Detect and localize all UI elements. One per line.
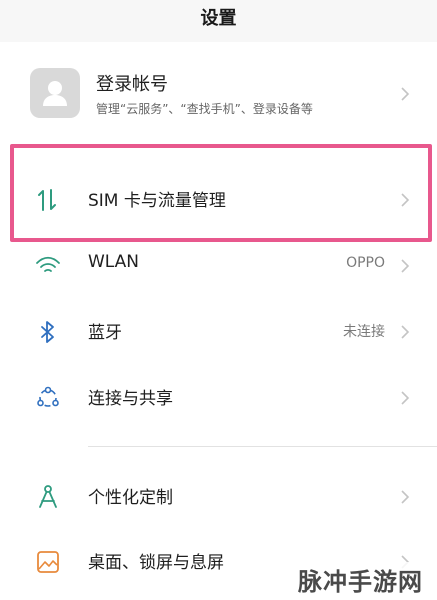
chevron-right-icon xyxy=(401,490,410,504)
bluetooth-label: 蓝牙 xyxy=(88,323,122,343)
personalization-row[interactable]: 个性化定制 xyxy=(0,467,437,525)
wallpaper-icon xyxy=(37,551,59,573)
share-network-icon xyxy=(37,386,59,407)
connect-share-label: 连接与共享 xyxy=(88,389,173,409)
personalization-label: 个性化定制 xyxy=(88,488,173,508)
page-title: 设置 xyxy=(200,8,237,29)
desktop-lockscreen-label: 桌面、锁屏与息屏 xyxy=(88,553,224,573)
chevron-right-icon xyxy=(401,391,410,405)
bluetooth-row[interactable]: 蓝牙 未连接 xyxy=(0,302,437,360)
wlan-row[interactable]: WLAN OPPO xyxy=(0,236,437,294)
wlan-label: WLAN xyxy=(88,252,140,272)
connect-share-row[interactable]: 连接与共享 xyxy=(0,368,437,426)
chevron-right-icon xyxy=(401,259,410,273)
account-subtitle: 管理“云服务”、“查找手机”、登录设备等 xyxy=(96,102,313,116)
account-row[interactable]: 登录帐号 管理“云服务”、“查找手机”、登录设备等 xyxy=(0,52,437,134)
compass-icon xyxy=(39,485,57,508)
avatar xyxy=(30,68,80,118)
highlight-box xyxy=(10,144,432,242)
chevron-right-icon xyxy=(401,325,410,339)
wlan-value: OPPO xyxy=(346,255,385,271)
user-icon xyxy=(43,81,67,106)
watermark: 脉冲手游网 xyxy=(294,562,427,597)
wifi-icon xyxy=(36,256,60,272)
chevron-right-icon xyxy=(401,87,410,101)
bluetooth-value: 未连接 xyxy=(343,324,385,340)
account-title: 登录帐号 xyxy=(96,74,168,95)
section-divider xyxy=(88,446,437,447)
bluetooth-icon xyxy=(41,321,54,343)
